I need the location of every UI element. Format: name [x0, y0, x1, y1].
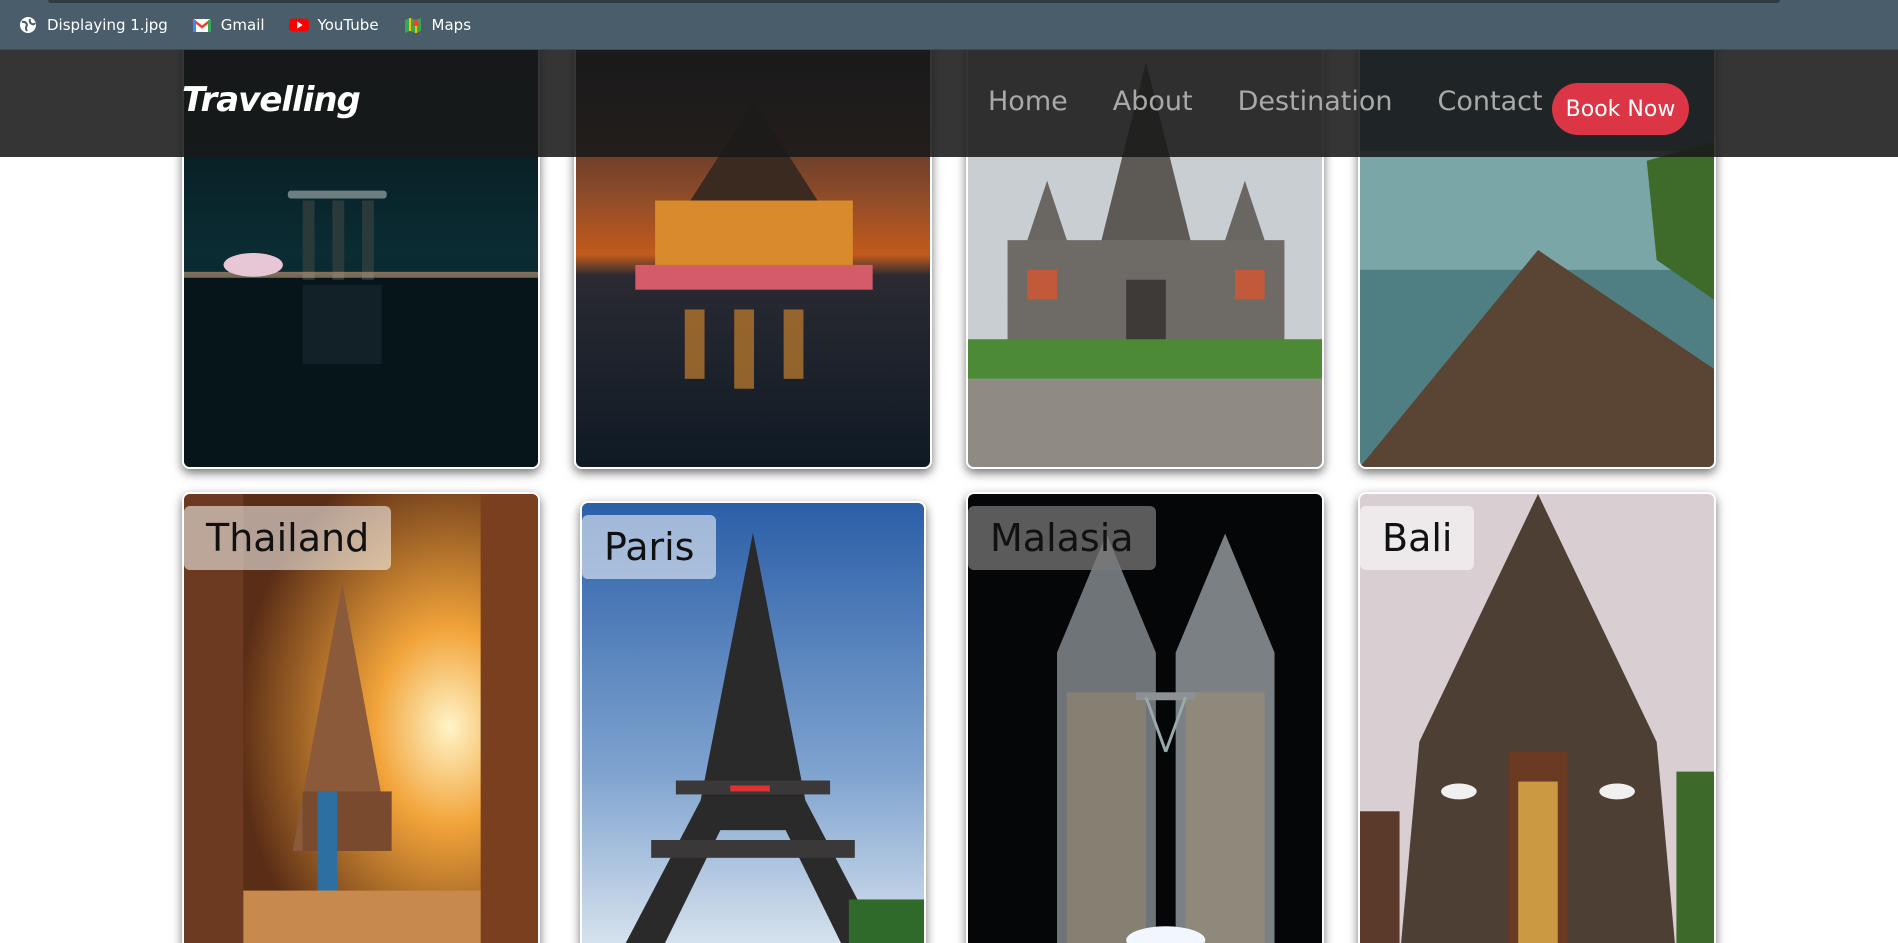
destination-label-bali: Bali	[1360, 506, 1475, 570]
youtube-icon	[288, 15, 309, 35]
nav-destination[interactable]: Destination	[1238, 86, 1393, 117]
gallery-card-thailand[interactable]: Thailand	[182, 492, 540, 943]
destination-label-malasia: Malasia	[968, 506, 1156, 570]
tab-strip-edge	[48, 0, 1780, 3]
bookmarks-bar: Displaying 1.jpg Gmail YouTube Maps	[0, 0, 1898, 50]
bookmark-label: Displaying 1.jpg	[47, 15, 168, 34]
gallery-card-bali[interactable]: Bali	[1358, 492, 1716, 943]
destination-label-thailand: Thailand	[184, 506, 392, 570]
globe-icon	[18, 15, 38, 35]
navbar: Travelling Home About Destination Contac…	[0, 50, 1898, 157]
bookmark-label: YouTube	[317, 15, 379, 34]
bookmark-displaying-1jpg[interactable]: Displaying 1.jpg	[18, 15, 168, 35]
brand-logo[interactable]: Travelling	[182, 80, 361, 120]
destination-label-paris: Paris	[582, 515, 717, 579]
gallery-card-malasia[interactable]: Malasia	[966, 492, 1324, 943]
maps-icon	[403, 15, 423, 35]
nav-links: Home About Destination Contact	[988, 86, 1543, 117]
page-viewport: Thailand Paris Malasia Bali Travelling H…	[0, 50, 1898, 943]
book-now-button[interactable]: Book Now	[1552, 83, 1689, 135]
nav-home[interactable]: Home	[988, 86, 1068, 117]
nav-about[interactable]: About	[1113, 86, 1193, 117]
bookmark-maps[interactable]: Maps	[403, 15, 471, 35]
gmail-icon	[192, 15, 212, 35]
bookmark-gmail[interactable]: Gmail	[192, 15, 265, 35]
bookmark-youtube[interactable]: YouTube	[288, 15, 379, 35]
nav-contact[interactable]: Contact	[1438, 86, 1543, 117]
bookmark-label: Gmail	[220, 15, 265, 34]
bookmark-label: Maps	[431, 15, 472, 34]
gallery-card-paris[interactable]: Paris	[580, 501, 926, 943]
